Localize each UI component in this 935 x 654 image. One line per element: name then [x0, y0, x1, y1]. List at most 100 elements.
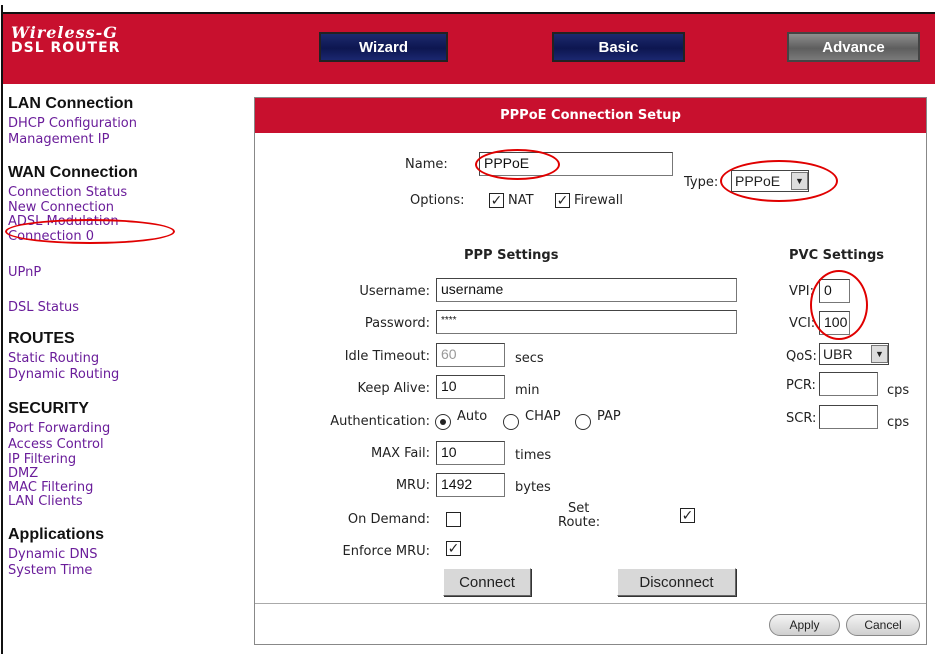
vpi-field[interactable]: 0	[819, 279, 850, 303]
logo-line1: Wireless-G	[11, 23, 118, 42]
checkmark-icon: ✓	[681, 507, 694, 524]
footer-divider	[255, 603, 926, 604]
vci-field[interactable]: 100	[819, 311, 850, 335]
set-route-label-line2: Route:	[558, 515, 601, 530]
disconnect-button[interactable]: Disconnect	[617, 568, 736, 596]
logo: Wireless-G DSL ROUTER	[11, 24, 120, 55]
sidebar-item-dmz[interactable]: DMZ	[8, 467, 228, 481]
idle-timeout-unit: secs	[515, 351, 544, 366]
set-route-label-line1: Set	[568, 501, 590, 516]
sidebar-item-management-ip[interactable]: Management IP	[8, 132, 228, 148]
nat-label: NAT	[508, 193, 534, 208]
name-field[interactable]: PPPoE	[479, 152, 673, 176]
qos-label: QoS:	[786, 349, 817, 364]
sidebar-item-dhcp-configuration[interactable]: DHCP Configuration	[8, 116, 228, 132]
lan-connection-title: LAN Connection	[8, 95, 134, 112]
qos-select[interactable]: UBR ▼	[819, 343, 889, 365]
username-label: Username:	[359, 284, 430, 299]
wizard-button[interactable]: Wizard	[319, 32, 448, 62]
keep-alive-label: Keep Alive:	[357, 381, 430, 396]
sidebar-item-dynamic-routing[interactable]: Dynamic Routing	[8, 367, 228, 383]
pcr-unit: cps	[887, 383, 910, 398]
keep-alive-field[interactable]: 10	[436, 375, 505, 399]
auth-auto-radio[interactable]	[435, 414, 451, 430]
set-route-label: Set Route:	[558, 502, 600, 530]
checkmark-icon: ✓	[490, 192, 503, 209]
sidebar-item-dsl-status[interactable]: DSL Status	[8, 300, 228, 316]
name-label: Name:	[405, 157, 448, 172]
type-label: Type:	[684, 175, 719, 190]
max-fail-field[interactable]: 10	[436, 441, 505, 465]
mru-field[interactable]: 1492	[436, 473, 505, 497]
advance-button[interactable]: Advance	[787, 32, 920, 62]
vci-label: VCI:	[789, 316, 816, 331]
sidebar-item-connection-0[interactable]: Connection 0	[8, 229, 228, 245]
password-label: Password:	[364, 316, 430, 331]
vpi-label: VPI:	[789, 284, 814, 299]
pppoe-setup-panel: PPPoE Connection Setup Name: PPPoE Type:…	[254, 97, 927, 645]
sidebar-item-adsl-modulation[interactable]: ADSL Modulation	[8, 215, 228, 229]
sidebar-item-static-routing[interactable]: Static Routing	[8, 351, 228, 367]
type-select[interactable]: PPPoE ▼	[731, 170, 809, 192]
pcr-label: PCR:	[786, 378, 816, 393]
connect-button[interactable]: Connect	[443, 568, 531, 596]
checkmark-icon: ✓	[447, 540, 460, 557]
idle-timeout-label: Idle Timeout:	[344, 349, 430, 364]
set-route-checkbox[interactable]: ✓	[680, 508, 695, 523]
auth-chap-radio[interactable]	[503, 414, 519, 430]
type-select-value: PPPoE	[735, 173, 781, 189]
panel-title: PPPoE Connection Setup	[255, 98, 926, 133]
wan-connection-title: WAN Connection	[8, 164, 138, 181]
sidebar-item-ip-filtering[interactable]: IP Filtering	[8, 453, 228, 467]
sidebar: LAN Connection DHCP Configuration Manage…	[8, 95, 228, 579]
routes-title: ROUTES	[8, 330, 75, 347]
keep-alive-unit: min	[515, 383, 540, 398]
left-border	[1, 5, 3, 654]
applications-title: Applications	[8, 526, 105, 543]
sidebar-item-access-control[interactable]: Access Control	[8, 437, 228, 453]
cancel-button[interactable]: Cancel	[846, 614, 920, 636]
sidebar-item-new-connection[interactable]: New Connection	[8, 201, 228, 215]
top-border	[0, 0, 935, 5]
on-demand-checkbox[interactable]	[446, 512, 461, 527]
scr-unit: cps	[887, 415, 910, 430]
sidebar-item-connection-status[interactable]: Connection Status	[8, 185, 228, 201]
sidebar-item-lan-clients[interactable]: LAN Clients	[8, 495, 228, 509]
max-fail-unit: times	[515, 448, 552, 463]
logo-line2: DSL ROUTER	[11, 40, 121, 56]
qos-select-value: UBR	[823, 346, 853, 362]
auth-chap-label: CHAP	[525, 409, 561, 424]
sidebar-item-dynamic-dns[interactable]: Dynamic DNS	[8, 547, 228, 563]
sidebar-item-port-forwarding[interactable]: Port Forwarding	[8, 421, 228, 437]
chevron-down-icon[interactable]: ▼	[791, 172, 808, 190]
security-title: SECURITY	[8, 400, 89, 417]
enforce-mru-checkbox[interactable]: ✓	[446, 541, 461, 556]
idle-timeout-field[interactable]: 60	[436, 343, 505, 367]
auth-pap-radio[interactable]	[575, 414, 591, 430]
sidebar-item-system-time[interactable]: System Time	[8, 563, 228, 579]
sidebar-item-mac-filtering[interactable]: MAC Filtering	[8, 481, 228, 495]
auth-pap-label: PAP	[597, 409, 621, 424]
nat-checkbox[interactable]: ✓	[489, 193, 504, 208]
password-field[interactable]: ****	[436, 310, 737, 334]
mru-unit: bytes	[515, 480, 551, 495]
options-label: Options:	[410, 193, 465, 208]
max-fail-label: MAX Fail:	[370, 446, 430, 461]
mru-label: MRU:	[395, 478, 430, 493]
firewall-checkbox[interactable]: ✓	[555, 193, 570, 208]
ppp-settings-title: PPP Settings	[464, 248, 559, 263]
header-bar: Wireless-G DSL ROUTER Wizard Basic Advan…	[3, 12, 935, 84]
sidebar-item-upnp[interactable]: UPnP	[8, 265, 228, 281]
pcr-field[interactable]	[819, 372, 878, 396]
on-demand-label: On Demand:	[347, 512, 430, 527]
checkmark-icon: ✓	[556, 192, 569, 209]
basic-button[interactable]: Basic	[552, 32, 685, 62]
authentication-label: Authentication:	[330, 414, 430, 429]
auth-auto-label: Auto	[457, 409, 488, 424]
apply-button[interactable]: Apply	[769, 614, 840, 636]
chevron-down-icon[interactable]: ▼	[871, 345, 888, 363]
scr-field[interactable]	[819, 405, 878, 429]
enforce-mru-label: Enforce MRU:	[342, 544, 430, 559]
username-field[interactable]: username	[436, 278, 737, 302]
firewall-label: Firewall	[574, 193, 624, 208]
